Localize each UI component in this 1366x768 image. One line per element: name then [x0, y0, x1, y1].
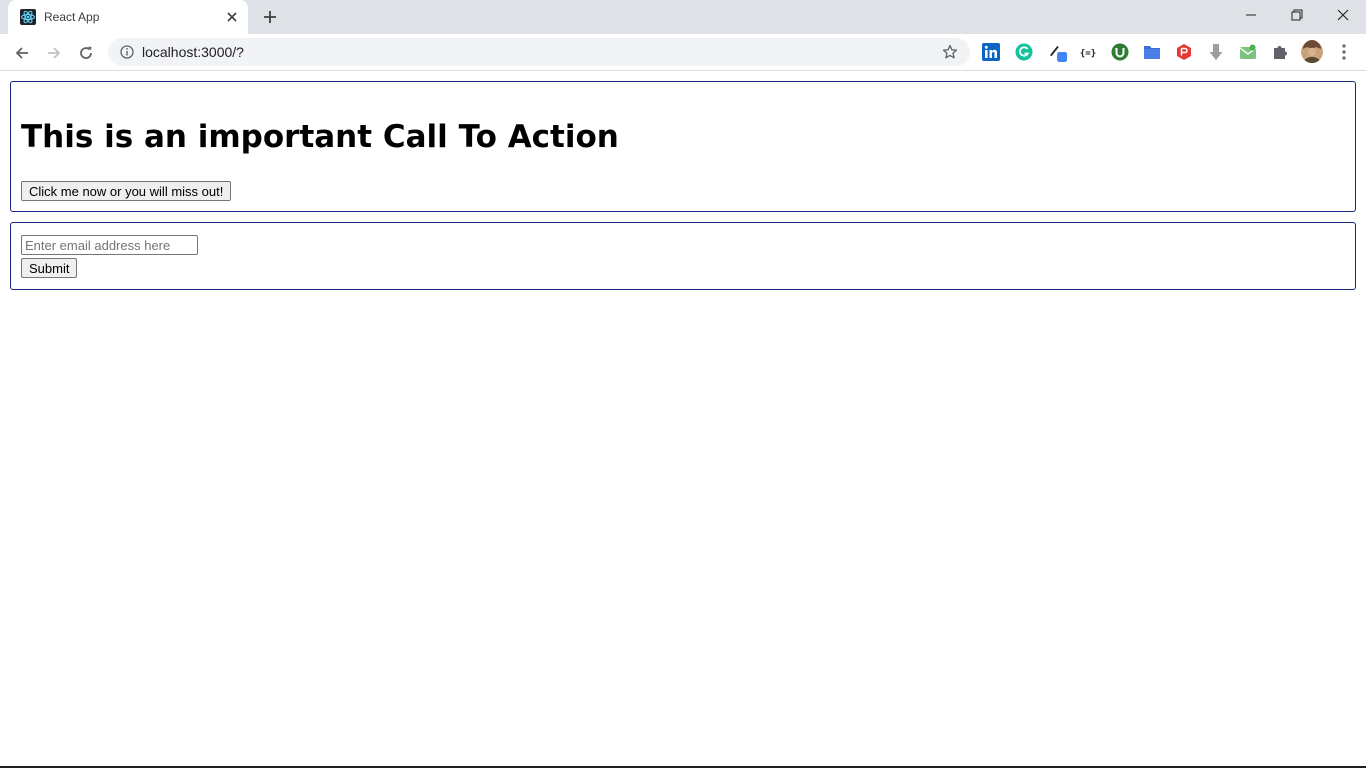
url-text: localhost:3000/? — [142, 44, 244, 60]
tab-title: React App — [44, 10, 100, 24]
close-tab-icon[interactable] — [224, 9, 240, 25]
close-window-button[interactable] — [1320, 0, 1366, 30]
pen-tool-extension[interactable] — [1048, 42, 1068, 62]
cta-section: This is an important Call To Action Clic… — [10, 81, 1356, 212]
folder-icon — [1144, 46, 1160, 59]
json-formatter-extension[interactable]: {=} — [1078, 42, 1098, 62]
download-icon — [1209, 44, 1223, 60]
utorrent-extension[interactable] — [1110, 42, 1130, 62]
grammarly-icon — [1015, 43, 1033, 61]
download-extension[interactable] — [1206, 42, 1226, 62]
restore-button[interactable] — [1274, 0, 1320, 30]
extensions-button[interactable] — [1270, 42, 1290, 62]
minimize-icon — [1246, 14, 1256, 16]
address-bar[interactable]: localhost:3000/? — [108, 38, 970, 66]
avatar — [1301, 40, 1323, 63]
bookmark-star-icon[interactable] — [942, 44, 958, 60]
browser-tab[interactable]: React App — [8, 0, 248, 34]
close-icon — [1337, 9, 1349, 21]
mail-icon — [1239, 44, 1257, 59]
back-arrow-icon — [15, 47, 28, 59]
back-button[interactable] — [8, 39, 36, 67]
linkedin-extension[interactable] — [981, 42, 1001, 62]
browser-toolbar: localhost:3000/? {=} — [0, 34, 1366, 71]
profile-button[interactable] — [1300, 40, 1324, 64]
pdf-icon — [1177, 44, 1191, 60]
pen-tool-icon — [1050, 45, 1068, 62]
linkedin-icon — [982, 43, 1000, 61]
restore-icon — [1291, 9, 1303, 21]
forward-button[interactable] — [40, 39, 68, 67]
pdf-extension[interactable] — [1174, 42, 1194, 62]
reload-icon — [80, 46, 92, 59]
forward-arrow-icon — [48, 47, 61, 59]
react-logo-icon — [20, 9, 36, 25]
info-icon[interactable] — [120, 45, 134, 59]
more-icon — [1342, 44, 1346, 60]
json-formatter-icon: {=} — [1080, 49, 1096, 59]
utorrent-icon — [1111, 43, 1129, 61]
reload-button[interactable] — [72, 39, 100, 67]
mail-extension[interactable] — [1238, 42, 1258, 62]
email-form: Submit — [10, 222, 1356, 290]
page-content: This is an important Call To Action Clic… — [0, 72, 1366, 766]
svg-text:{=}: {=} — [1080, 49, 1096, 59]
email-input[interactable] — [21, 235, 198, 255]
minimize-button[interactable] — [1228, 0, 1274, 30]
new-tab-icon[interactable] — [260, 7, 280, 27]
folder-extension[interactable] — [1142, 42, 1162, 62]
cta-heading: This is an important Call To Action — [21, 119, 619, 155]
menu-button[interactable] — [1334, 42, 1354, 62]
tab-strip: React App — [0, 0, 1366, 34]
grammarly-extension[interactable] — [1014, 42, 1034, 62]
cta-button[interactable]: Click me now or you will miss out! — [21, 181, 232, 201]
puzzle-icon — [1274, 46, 1287, 59]
submit-button[interactable]: Submit — [21, 258, 78, 278]
